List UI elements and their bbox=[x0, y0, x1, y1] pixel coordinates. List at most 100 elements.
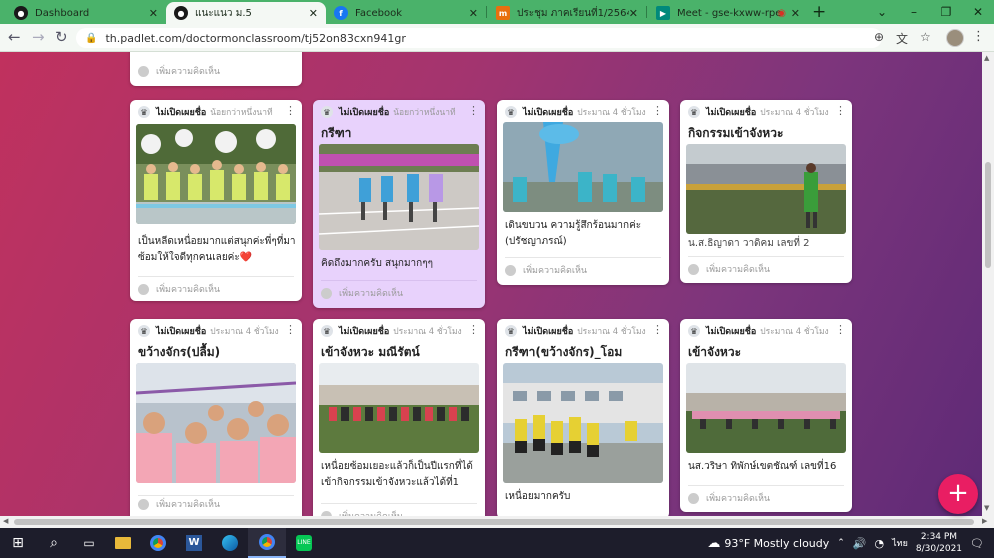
divider bbox=[321, 280, 477, 281]
post-photo[interactable] bbox=[503, 122, 663, 212]
line-app-icon[interactable]: LINE bbox=[286, 528, 322, 558]
tab-facebook[interactable]: f Facebook ✕ bbox=[326, 2, 486, 24]
post-header: ♛ ไม่เปิดเผยชื่อ น้อยกว่าหนึ่งนาที bbox=[321, 105, 477, 119]
horizontal-scrollbar[interactable]: ◀ ▶ bbox=[0, 516, 994, 528]
chrome-icon[interactable] bbox=[140, 528, 176, 558]
lock-icon[interactable]: 🔒 bbox=[85, 33, 97, 44]
search-icon[interactable]: ⌕ bbox=[36, 528, 72, 558]
post-card[interactable]: ♛ ไม่เปิดเผยชื่อ ประมาณ 4 ชั่วโมง ⋮ กิจก… bbox=[680, 100, 852, 283]
post-header: ♛ ไม่เปิดเผยชื่อ ประมาณ 4 ชั่วโมง bbox=[321, 324, 477, 338]
post-menu-icon[interactable]: ⋮ bbox=[835, 323, 846, 336]
volume-icon[interactable]: 🔊 bbox=[853, 537, 867, 550]
anonymous-avatar-icon: ♛ bbox=[505, 106, 517, 118]
close-window-button[interactable]: ✕ bbox=[962, 5, 994, 19]
close-tab-icon[interactable]: ✕ bbox=[791, 7, 800, 20]
post-photo[interactable] bbox=[136, 363, 296, 483]
scroll-down-arrow-icon[interactable]: ▼ bbox=[984, 504, 989, 512]
install-app-icon[interactable]: ⊕ bbox=[874, 30, 884, 44]
add-comment[interactable]: เพิ่มความคิดเห็น bbox=[688, 262, 770, 276]
post-card[interactable]: ♛ ไม่เปิดเผยชื่อ น้อยกว่าหนึ่งนาที ⋮ กรี… bbox=[313, 100, 485, 308]
post-photo[interactable] bbox=[686, 363, 846, 453]
post-menu-icon[interactable]: ⋮ bbox=[468, 104, 479, 117]
forward-button[interactable]: → bbox=[32, 28, 45, 46]
profile-avatar[interactable] bbox=[946, 29, 964, 47]
rhythm-event-photo bbox=[319, 363, 479, 453]
word-icon[interactable]: W bbox=[176, 528, 212, 558]
post-card[interactable]: ♛ ไม่เปิดเผยชื่อ ประมาณ 4 ชั่วโมง ⋮ กรีฑ… bbox=[497, 319, 669, 516]
post-title: กิจกรรมเข้าจังหวะ bbox=[688, 126, 784, 140]
horizontal-scroll-thumb[interactable] bbox=[14, 519, 974, 525]
post-author: ไม่เปิดเผยชื่อ bbox=[339, 327, 390, 337]
post-card[interactable]: เพิ่มความคิดเห็น bbox=[130, 52, 302, 86]
close-tab-icon[interactable]: ✕ bbox=[149, 7, 158, 20]
post-menu-icon[interactable]: ⋮ bbox=[835, 104, 846, 117]
windows-start-icon[interactable]: ⊞ bbox=[0, 528, 36, 558]
tab-search-icon[interactable]: ⌄ bbox=[866, 5, 898, 19]
input-language[interactable]: ไทย bbox=[892, 536, 908, 550]
add-comment[interactable]: เพิ่มความคิดเห็น bbox=[321, 509, 403, 516]
close-tab-icon[interactable]: ✕ bbox=[309, 7, 318, 20]
url-bar[interactable]: 🔒 th.padlet.com/doctormonclassroom/tj52o… bbox=[76, 28, 882, 48]
restore-button[interactable]: ❐ bbox=[930, 5, 962, 19]
add-comment[interactable]: เพิ่มความคิดเห็น bbox=[138, 497, 220, 511]
close-tab-icon[interactable]: ✕ bbox=[469, 7, 478, 20]
commenter-avatar bbox=[138, 283, 149, 295]
weather-text[interactable]: 93°F Mostly cloudy bbox=[724, 537, 829, 550]
post-menu-icon[interactable]: ⋮ bbox=[652, 104, 663, 117]
file-explorer-icon[interactable] bbox=[106, 528, 140, 558]
notification-icon[interactable]: 🗨 bbox=[970, 537, 984, 550]
divider bbox=[138, 495, 294, 496]
post-author: ไม่เปิดเผยชื่อ bbox=[706, 108, 757, 118]
post-card[interactable]: ♛ ไม่เปิดเผยชื่อ ประมาณ 4 ชั่วโมง ⋮ เข้า… bbox=[680, 319, 852, 512]
post-photo[interactable] bbox=[319, 144, 479, 250]
add-comment[interactable]: เพิ่มความคิดเห็น bbox=[138, 282, 220, 296]
task-view-icon[interactable]: ▭ bbox=[72, 528, 106, 558]
minimize-button[interactable]: – bbox=[898, 5, 930, 19]
post-menu-icon[interactable]: ⋮ bbox=[285, 104, 296, 117]
network-icon[interactable]: ◔ bbox=[875, 537, 885, 550]
chrome-active-icon[interactable] bbox=[248, 528, 286, 558]
post-photo[interactable] bbox=[136, 124, 296, 224]
tab-meet[interactable]: ▶ Meet - gse-kxww-rpe ◉ ✕ bbox=[648, 2, 808, 24]
post-photo[interactable] bbox=[686, 144, 846, 234]
vertical-scroll-thumb[interactable] bbox=[985, 162, 991, 268]
post-time: ประมาณ 4 ชั่วโมง bbox=[393, 327, 462, 337]
clock[interactable]: 2:34 PM 8/30/2021 bbox=[916, 531, 962, 555]
add-comment[interactable]: เพิ่มความคิดเห็น bbox=[138, 64, 220, 78]
add-post-button[interactable]: + bbox=[938, 474, 978, 514]
scroll-right-arrow-icon[interactable]: ▶ bbox=[982, 517, 987, 525]
post-photo[interactable] bbox=[319, 363, 479, 453]
chevron-up-icon[interactable]: ⌃ bbox=[837, 538, 845, 548]
translate-icon[interactable]: 文 bbox=[896, 30, 908, 47]
post-menu-icon[interactable]: ⋮ bbox=[652, 323, 663, 336]
tab-dashboard[interactable]: ● Dashboard ✕ bbox=[6, 2, 166, 24]
reload-button[interactable]: ↻ bbox=[55, 28, 68, 46]
tab-separator bbox=[486, 6, 487, 18]
close-tab-icon[interactable]: ✕ bbox=[629, 7, 638, 20]
scroll-up-arrow-icon[interactable]: ▲ bbox=[984, 54, 989, 62]
back-button[interactable]: ← bbox=[8, 28, 21, 46]
post-card[interactable]: ♛ ไม่เปิดเผยชื่อ ประมาณ 4 ชั่วโมง ⋮ ขว้า… bbox=[130, 319, 302, 516]
post-photo[interactable] bbox=[503, 363, 663, 483]
post-card[interactable]: ♛ ไม่เปิดเผยชื่อ ประมาณ 4 ชั่วโมง ⋮ เข้า… bbox=[313, 319, 485, 516]
bookmark-star-icon[interactable]: ☆ bbox=[920, 30, 931, 44]
tab-title: Facebook bbox=[355, 7, 402, 19]
tab-meeting[interactable]: m ประชุม ภาคเรียนที่1/2564 ✕ bbox=[488, 2, 646, 24]
post-author: ไม่เปิดเผยชื่อ bbox=[156, 327, 207, 337]
post-menu-icon[interactable]: ⋮ bbox=[285, 323, 296, 336]
vertical-scrollbar[interactable]: ▲ ▼ bbox=[982, 52, 994, 516]
add-comment[interactable]: เพิ่มความคิดเห็น bbox=[505, 263, 587, 277]
browser-menu-icon[interactable]: ⋮ bbox=[972, 29, 985, 44]
add-comment[interactable]: เพิ่มความคิดเห็น bbox=[321, 286, 403, 300]
post-menu-icon[interactable]: ⋮ bbox=[468, 323, 479, 336]
post-card[interactable]: ♛ ไม่เปิดเผยชื่อ น้อยกว่าหนึ่งนาที ⋮ เป็… bbox=[130, 100, 302, 301]
edge-icon[interactable] bbox=[212, 528, 248, 558]
post-card[interactable]: ♛ ไม่เปิดเผยชื่อ ประมาณ 4 ชั่วโมง ⋮ เดิน… bbox=[497, 100, 669, 285]
add-comment[interactable]: เพิ่มความคิดเห็น bbox=[688, 491, 770, 505]
group-selfie-photo bbox=[136, 363, 296, 483]
facebook-icon: f bbox=[334, 6, 348, 20]
new-tab-button[interactable]: + bbox=[812, 2, 826, 22]
tab-guidance[interactable]: ● แนะแนว ม.5 ✕ bbox=[166, 2, 326, 24]
scroll-left-arrow-icon[interactable]: ◀ bbox=[3, 517, 8, 525]
post-time: ประมาณ 4 ชั่วโมง bbox=[760, 327, 829, 337]
